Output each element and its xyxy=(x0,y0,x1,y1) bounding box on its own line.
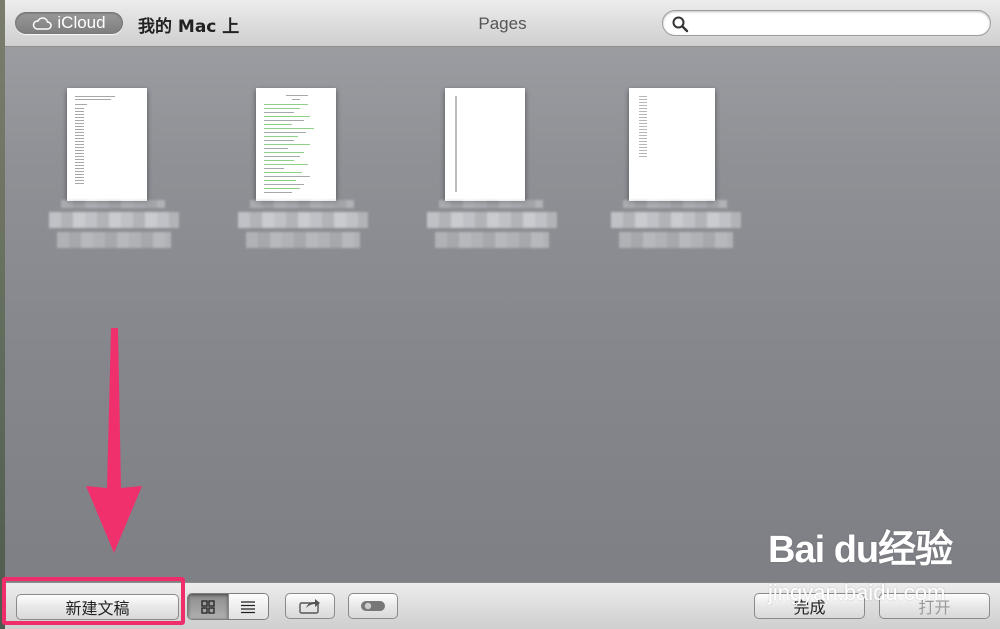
document-thumbnail xyxy=(67,88,147,201)
document-thumbnail xyxy=(629,88,715,201)
list-view-icon xyxy=(241,600,256,613)
document-item[interactable] xyxy=(232,88,372,268)
document-name-blurred xyxy=(238,212,368,228)
annotation-highlight-box xyxy=(2,577,185,625)
toolbar: iCloud 我的 Mac 上 Pages xyxy=(5,0,1000,47)
share-button[interactable] xyxy=(285,593,335,619)
document-name-blurred xyxy=(611,212,741,228)
toggle-icon xyxy=(361,601,385,611)
document-item[interactable] xyxy=(43,88,183,268)
view-mode-control[interactable] xyxy=(187,593,269,620)
document-name-blurred xyxy=(439,200,543,208)
document-item[interactable] xyxy=(421,88,561,268)
document-name-blurred xyxy=(49,212,179,228)
document-date-blurred xyxy=(57,232,171,248)
document-name-blurred xyxy=(427,212,557,228)
done-button[interactable]: 完成 xyxy=(754,593,865,619)
search-field[interactable] xyxy=(662,10,991,36)
pages-document-chooser: iCloud 我的 Mac 上 Pages 新建文稿 完成 打开 xyxy=(5,0,1000,629)
document-item[interactable] xyxy=(605,88,745,268)
document-date-blurred xyxy=(246,232,360,248)
grid-view-icon xyxy=(201,599,215,614)
open-button[interactable]: 打开 xyxy=(879,593,990,619)
document-thumbnail xyxy=(256,88,336,201)
annotation-arrow-icon xyxy=(86,328,142,553)
document-name-blurred xyxy=(250,200,354,208)
share-icon xyxy=(299,599,320,614)
list-view-button[interactable] xyxy=(227,594,268,619)
grid-view-button[interactable] xyxy=(188,594,228,619)
document-date-blurred xyxy=(435,232,549,248)
search-icon xyxy=(672,16,689,33)
document-date-blurred xyxy=(619,232,733,248)
search-input[interactable] xyxy=(693,13,987,35)
toggle-button[interactable] xyxy=(348,593,398,619)
document-name-blurred xyxy=(623,200,727,208)
document-thumbnail xyxy=(445,88,525,201)
document-name-blurred xyxy=(61,200,165,208)
